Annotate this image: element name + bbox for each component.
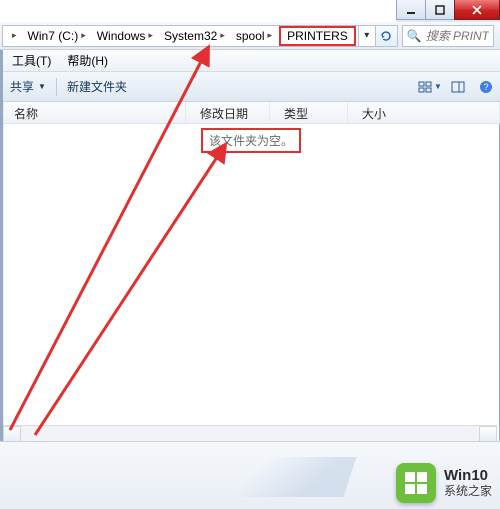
horizontal-scrollbar[interactable] [3, 425, 497, 441]
view-options-button[interactable]: ▼ [416, 75, 444, 99]
chevron-down-icon: ▼ [434, 82, 442, 91]
maximize-icon [435, 5, 445, 15]
breadcrumb-label: Windows [97, 29, 146, 43]
nav-splitter[interactable] [3, 102, 4, 441]
breadcrumb-label: spool [236, 29, 265, 43]
command-bar: 共享 ▼ 新建文件夹 ▼ ? [0, 72, 500, 102]
address-bar-row: ▸ Win7 (C:) ▸ Windows ▸ System32 ▸ spool… [0, 22, 500, 50]
empty-folder-message: 该文件夹为空。 [201, 128, 301, 153]
column-date[interactable]: 修改日期 [186, 102, 270, 123]
menu-bar: 工具(T) 帮助(H) [0, 50, 500, 72]
file-list-pane[interactable]: 该文件夹为空。 [0, 124, 500, 441]
breadcrumb-item-printers[interactable]: PRINTERS [279, 26, 356, 46]
close-button[interactable] [454, 0, 500, 20]
column-name[interactable]: 名称 [0, 102, 186, 123]
breadcrumb-chevron[interactable]: ▸ [5, 26, 24, 46]
watermark-line2: 系统之家 [444, 485, 492, 498]
share-menu[interactable]: 共享 ▼ [0, 72, 56, 101]
new-folder-button[interactable]: 新建文件夹 [57, 72, 137, 101]
explorer-window: ▸ Win7 (C:) ▸ Windows ▸ System32 ▸ spool… [0, 0, 500, 509]
svg-text:?: ? [483, 82, 488, 92]
windows-logo-icon [403, 470, 429, 496]
watermark: Win10 系统之家 [396, 463, 492, 503]
refresh-button[interactable] [375, 26, 397, 46]
address-dropdown[interactable]: ▾ [359, 30, 375, 41]
search-input[interactable] [426, 29, 489, 43]
minimize-button[interactable] [396, 0, 426, 20]
view-icon [418, 80, 432, 94]
breadcrumb-label: System32 [164, 29, 217, 43]
watermark-badge [396, 463, 436, 503]
chevron-right-icon: ▸ [217, 30, 228, 41]
help-button[interactable]: ? [472, 75, 500, 99]
column-type[interactable]: 类型 [270, 102, 348, 123]
address-bar-tail: ▾ [359, 25, 398, 47]
window-caption-buttons [397, 0, 500, 22]
chevron-right-icon: ▸ [78, 30, 89, 41]
search-box[interactable]: 🔍 [402, 25, 494, 47]
chevron-right-icon: ▸ [265, 30, 276, 41]
watermark-text: Win10 系统之家 [444, 468, 492, 498]
minimize-icon [406, 5, 416, 15]
help-icon: ? [479, 80, 493, 94]
breadcrumb-label: Win7 (C:) [28, 29, 79, 43]
chevron-right-icon: ▸ [145, 30, 156, 41]
close-icon [471, 5, 483, 15]
preview-pane-button[interactable] [444, 75, 472, 99]
share-label: 共享 [10, 78, 34, 95]
column-size[interactable]: 大小 [348, 102, 500, 123]
breadcrumb[interactable]: ▸ Win7 (C:) ▸ Windows ▸ System32 ▸ spool… [2, 25, 359, 47]
breadcrumb-item-system32[interactable]: System32 ▸ [160, 26, 232, 46]
maximize-button[interactable] [425, 0, 455, 20]
breadcrumb-item-windows[interactable]: Windows ▸ [93, 26, 160, 46]
menu-help[interactable]: 帮助(H) [59, 50, 116, 71]
refresh-icon [379, 29, 393, 43]
preview-pane-icon [451, 80, 465, 94]
menu-tools[interactable]: 工具(T) [4, 50, 59, 71]
column-headers: 名称 修改日期 类型 大小 [0, 102, 500, 124]
breadcrumb-label: PRINTERS [287, 29, 348, 43]
breadcrumb-item-drive[interactable]: Win7 (C:) ▸ [24, 26, 93, 46]
chevron-down-icon: ▼ [38, 82, 46, 91]
breadcrumb-item-spool[interactable]: spool ▸ [232, 26, 279, 46]
search-icon: 🔍 [407, 29, 422, 43]
new-folder-label: 新建文件夹 [67, 78, 127, 95]
watermark-line1: Win10 [444, 468, 492, 485]
